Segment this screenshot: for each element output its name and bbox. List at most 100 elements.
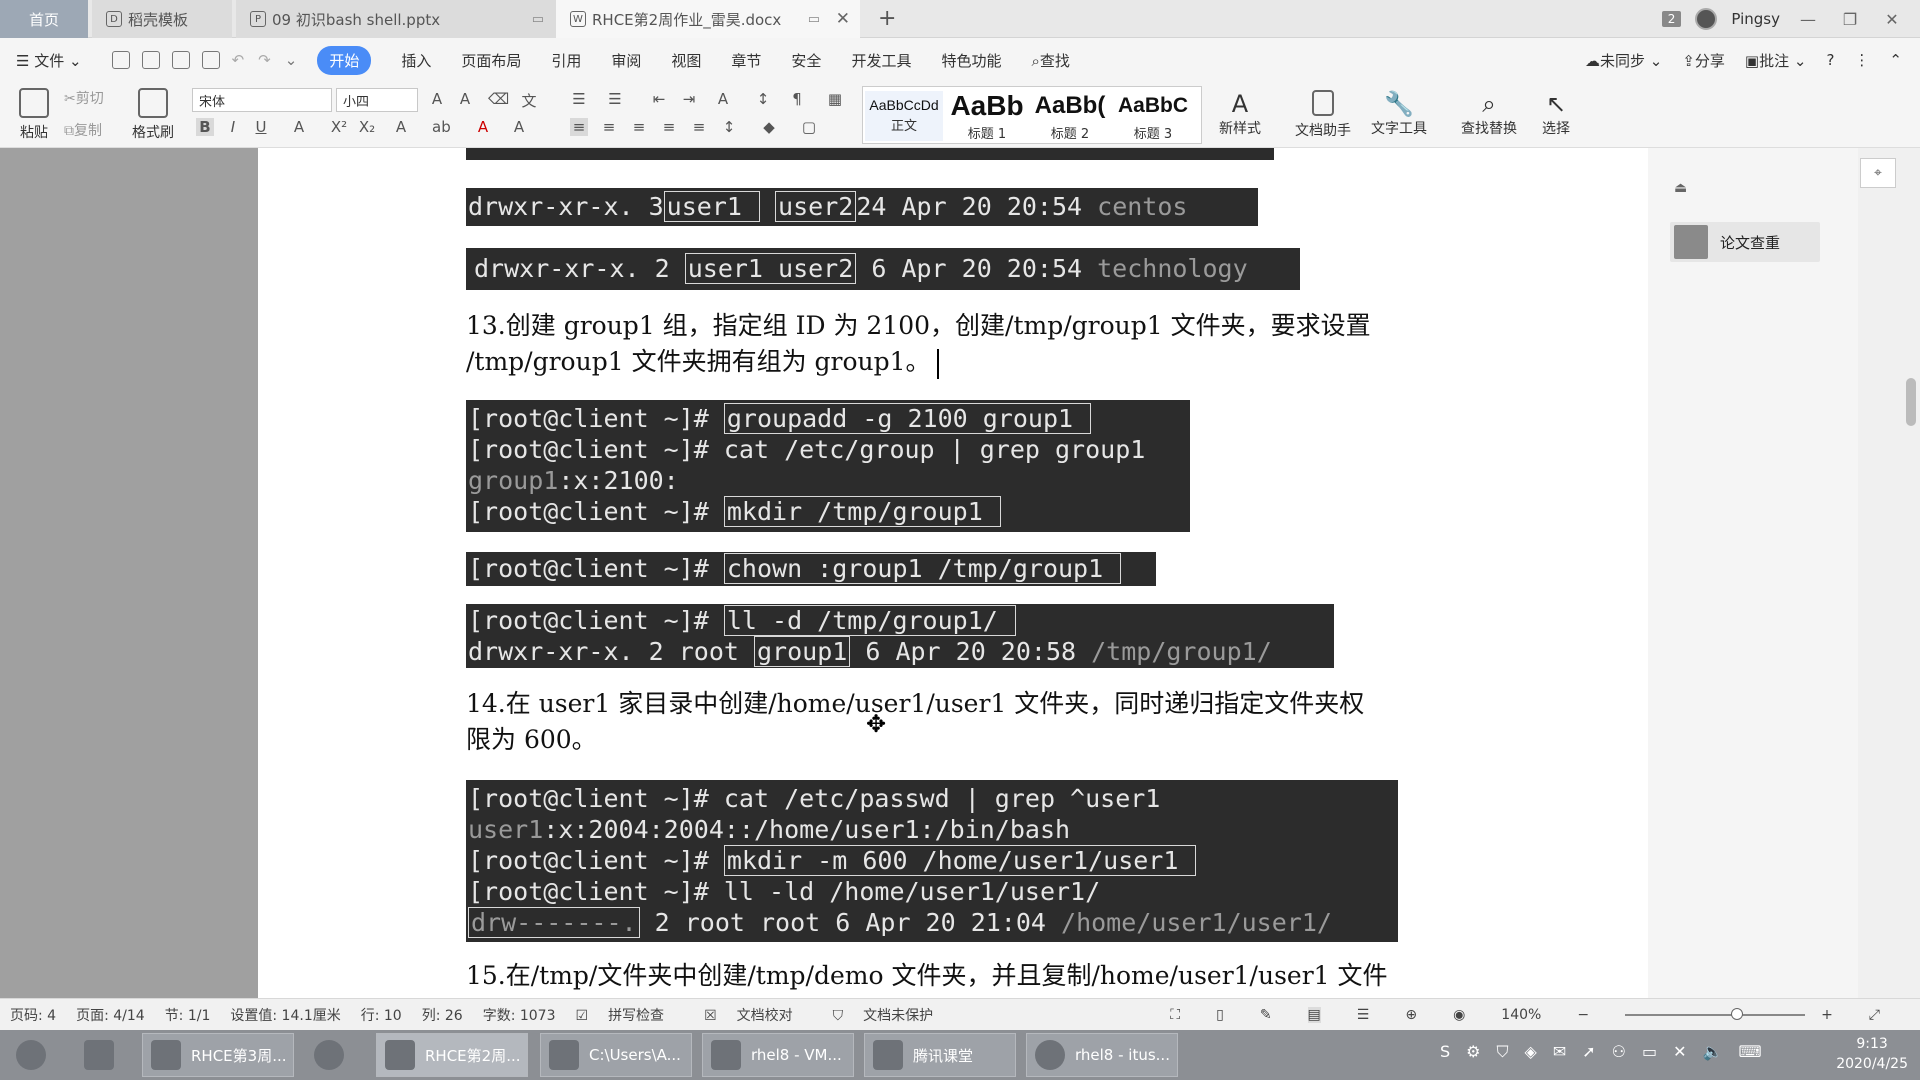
sort-icon[interactable]: ↕ <box>754 90 772 108</box>
quick-access-dropdown-icon[interactable]: ⌄ <box>285 51 298 69</box>
share-button[interactable]: ⇪分享 <box>1682 50 1725 71</box>
pin-icon[interactable]: ▭ <box>808 12 820 27</box>
redo-icon[interactable]: ↷ <box>258 51 271 69</box>
style-heading3[interactable]: AaBbC 标题 3 <box>1113 91 1193 142</box>
format-painter-button[interactable]: 格式刷 <box>126 88 180 142</box>
menu-search[interactable]: ⌕查找 <box>1031 50 1069 71</box>
font-select[interactable]: 宋体 <box>192 88 332 112</box>
zoom-slider-knob[interactable] <box>1730 1008 1743 1020</box>
underline-icon[interactable]: U <box>252 118 270 136</box>
save-icon[interactable] <box>111 51 130 69</box>
keyboard-tray-icon[interactable]: ⌨ <box>1738 1042 1761 1062</box>
menu-review[interactable]: 审阅 <box>611 50 641 71</box>
table-icon[interactable]: ▦ <box>826 90 844 108</box>
new-style-button[interactable]: A 新样式 <box>1212 90 1268 138</box>
zoom-slider[interactable] <box>1625 1008 1806 1020</box>
cut-button[interactable]: ✂剪切 <box>64 88 104 108</box>
menu-features[interactable]: 特色功能 <box>941 50 1001 71</box>
char-border-icon[interactable]: A <box>510 118 528 136</box>
tray-arrow-icon[interactable]: ➚ <box>1582 1042 1595 1062</box>
scrollbar-thumb[interactable] <box>1906 378 1916 426</box>
share-doc-icon[interactable] <box>141 51 160 69</box>
web-view-icon[interactable]: ⊕ <box>1405 1007 1417 1023</box>
more-icon[interactable]: ⋮ <box>1854 51 1869 69</box>
menu-page-layout[interactable]: 页面布局 <box>461 50 521 71</box>
superscript-icon[interactable]: X² <box>330 118 348 136</box>
chinese-layout-icon[interactable]: A <box>714 90 732 108</box>
paste-button[interactable]: 粘贴 <box>12 88 56 142</box>
display-tray-icon[interactable]: ▭ <box>1642 1042 1657 1062</box>
taskbar-app-explorer[interactable]: C:\Users\A... <box>540 1033 692 1077</box>
menu-references[interactable]: 引用 <box>551 50 581 71</box>
shrink-font-icon[interactable]: A <box>456 90 474 108</box>
menu-chapter[interactable]: 章节 <box>731 50 761 71</box>
clear-format-icon[interactable]: ⌫ <box>488 90 509 108</box>
undo-icon[interactable]: ↶ <box>232 51 245 69</box>
decrease-indent-icon[interactable]: ⇤ <box>650 90 668 108</box>
highlight-icon[interactable]: ab <box>432 118 451 136</box>
taskbar-app-rhce3[interactable]: RHCE第3周... <box>142 1033 294 1077</box>
taskbar-sogou[interactable] <box>306 1033 366 1077</box>
fit-page-icon[interactable]: ⤢ <box>1869 1007 1880 1023</box>
location-icon[interactable]: ⌖ <box>1860 158 1896 188</box>
taskbar-app-rhce2[interactable]: RHCE第2周... <box>376 1033 528 1077</box>
document-page[interactable]: drwxr-xr-x. 3 user1 user2 24 Apr 20 20:54 … <box>258 148 1648 998</box>
copy-button[interactable]: ⧉复制 <box>64 120 102 140</box>
justify-icon[interactable]: ≡ <box>660 118 678 136</box>
tab-templates[interactable]: D 稻壳模板 <box>92 0 232 38</box>
avatar[interactable] <box>1695 8 1718 30</box>
tab-docx[interactable]: W RHCE第2周作业_雷昊.docx ▭ ✕ <box>556 0 860 38</box>
volume-icon[interactable]: 🔈 <box>1703 1042 1723 1062</box>
menu-start[interactable]: 开始 <box>317 45 372 75</box>
style-normal[interactable]: AaBbCcDd 正文 <box>865 91 943 141</box>
page-count[interactable]: 页面: 4/14 <box>76 1005 145 1025</box>
taskbar-app-rhel8-itus[interactable]: rhel8 - itus... <box>1026 1033 1178 1077</box>
align-left-icon[interactable]: ≡ <box>570 118 588 136</box>
phonetic-icon[interactable]: 文 <box>520 90 538 110</box>
menu-view[interactable]: 视图 <box>671 50 701 71</box>
close-tab-icon[interactable]: ✕ <box>836 9 850 29</box>
outline-view-icon[interactable]: ☰ <box>1357 1007 1370 1023</box>
restore-icon[interactable]: ❐ <box>1836 10 1864 29</box>
pin-icon[interactable]: ▭ <box>532 12 544 27</box>
new-tab-button[interactable]: + <box>878 6 896 31</box>
text-tools-button[interactable]: 🔧 文字工具 <box>1364 90 1434 138</box>
page-view-icon[interactable]: ▤ <box>1307 1007 1321 1023</box>
increase-indent-icon[interactable]: ⇥ <box>680 90 698 108</box>
menu-file[interactable]: ☰ 文件 ⌄ <box>16 50 82 71</box>
user-name[interactable]: Pingsy <box>1731 10 1780 28</box>
help-icon[interactable]: ? <box>1826 51 1834 69</box>
taskbar-app-tencent-class[interactable]: 腾讯课堂 <box>864 1033 1016 1077</box>
word-count[interactable]: 字数: 1073 <box>483 1005 556 1025</box>
spell-check[interactable]: ☑ 拼写检查 <box>576 1005 685 1025</box>
style-heading1[interactable]: AaBb 标题 1 <box>947 91 1027 143</box>
tray-app-icon[interactable]: ⚙ <box>1466 1042 1480 1062</box>
bullets-icon[interactable]: ☰ <box>570 90 588 108</box>
minimize-icon[interactable]: — <box>1794 10 1822 29</box>
distribute-icon[interactable]: ≡ <box>690 118 708 136</box>
start-button[interactable] <box>8 1033 60 1077</box>
numbering-icon[interactable]: ☰ <box>606 90 624 108</box>
network-tray-icon[interactable]: ⚇ <box>1612 1042 1626 1062</box>
find-replace-button[interactable]: ⌕ 查找替换 <box>1452 90 1526 138</box>
style-heading2[interactable]: AaBb( 标题 2 <box>1029 91 1111 142</box>
doc-helper-button[interactable]: 文档助手 <box>1290 90 1356 140</box>
vertical-scrollbar[interactable]: ⌖ <box>1858 148 1920 998</box>
grow-font-icon[interactable]: A <box>428 90 446 108</box>
bold-icon[interactable]: B <box>196 118 214 136</box>
borders-icon[interactable]: ▢ <box>800 118 818 136</box>
show-marks-icon[interactable]: ¶ <box>788 90 806 108</box>
edit-mode-icon[interactable]: ✎ <box>1260 1007 1272 1023</box>
zoom-out-icon[interactable]: − <box>1577 1007 1589 1023</box>
paper-check-button[interactable]: 论文查重 <box>1670 222 1820 262</box>
print-preview-icon[interactable] <box>201 51 220 69</box>
taskbar-app-vmware[interactable]: rhel8 - VM... <box>702 1033 854 1077</box>
tray-shield-icon[interactable]: ◈ <box>1525 1042 1537 1062</box>
clock[interactable]: 9:13 2020/4/25 <box>1836 1034 1908 1074</box>
comment-button[interactable]: ▣批注 ⌄ <box>1745 50 1807 71</box>
font-size-select[interactable]: 小四 <box>336 88 418 112</box>
menu-insert[interactable]: 插入 <box>401 50 431 71</box>
eye-protect-icon[interactable]: ◉ <box>1453 1007 1465 1023</box>
zoom-in-icon[interactable]: + <box>1821 1007 1833 1023</box>
mute-tray-icon[interactable]: ✕ <box>1673 1042 1686 1062</box>
